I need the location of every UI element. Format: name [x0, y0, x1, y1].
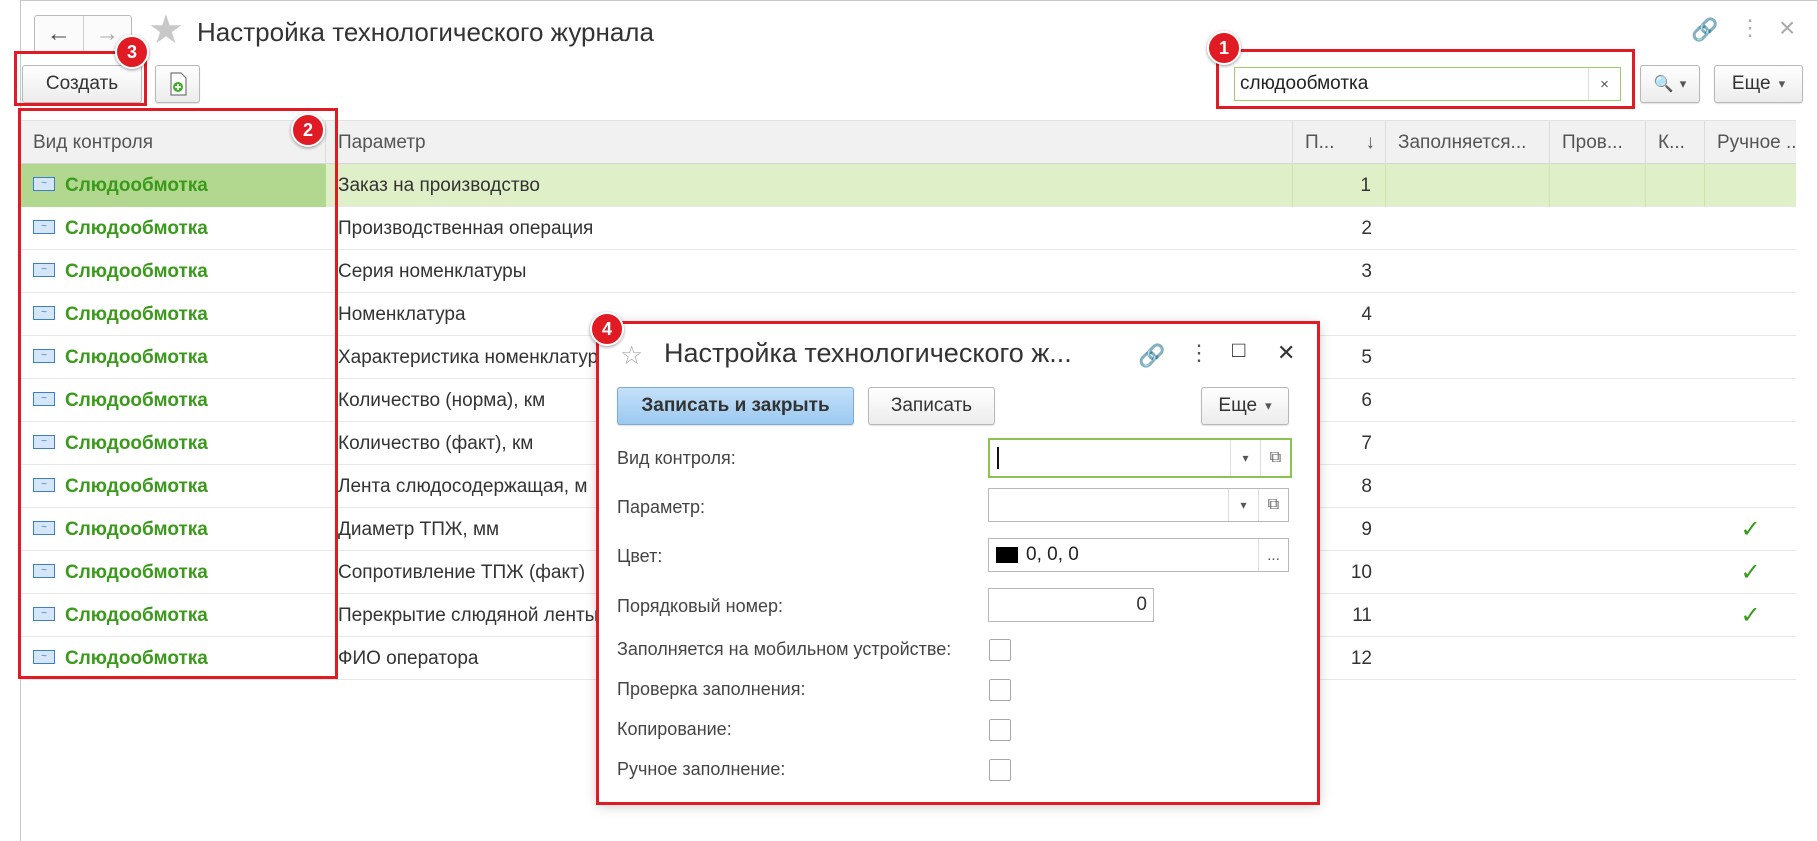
- close-window-icon[interactable]: ×: [1779, 12, 1795, 44]
- copy-cell[interactable]: [1646, 465, 1705, 508]
- mobile-cell[interactable]: [1386, 551, 1550, 594]
- mobile-cell[interactable]: [1386, 637, 1550, 680]
- more-vertical-icon[interactable]: ⋮: [1739, 15, 1761, 41]
- copy-cell[interactable]: [1646, 551, 1705, 594]
- sort-arrow-icon: ↓: [1365, 132, 1376, 153]
- order-number-cell[interactable]: 1: [1293, 164, 1386, 207]
- column-header-parameter[interactable]: Параметр: [326, 121, 1293, 165]
- more-actions-button[interactable]: Еще ▾: [1714, 65, 1803, 103]
- check-cell[interactable]: [1550, 379, 1646, 422]
- search-icon: 🔍: [1653, 76, 1674, 93]
- copy-cell[interactable]: [1646, 422, 1705, 465]
- check-cell[interactable]: [1550, 207, 1646, 250]
- manual-checkmark-icon[interactable]: [1705, 422, 1796, 465]
- search-options-button[interactable]: 🔍 ▾: [1640, 65, 1700, 103]
- manual-checkmark-icon[interactable]: [1705, 293, 1796, 336]
- manual-checkmark-icon[interactable]: [1705, 164, 1796, 207]
- check-cell[interactable]: [1550, 293, 1646, 336]
- manual-checkmark-icon[interactable]: [1705, 379, 1796, 422]
- mobile-cell[interactable]: [1386, 465, 1550, 508]
- order-number-cell[interactable]: 3: [1293, 250, 1386, 293]
- chevron-down-icon: ▾: [1778, 76, 1786, 91]
- add-document-button[interactable]: [155, 65, 200, 103]
- check-cell[interactable]: [1550, 250, 1646, 293]
- manual-checkmark-icon[interactable]: [1705, 465, 1796, 508]
- manual-checkmark-icon[interactable]: [1705, 250, 1796, 293]
- copy-cell[interactable]: [1646, 336, 1705, 379]
- more-actions-label: Еще: [1731, 73, 1771, 94]
- copy-cell[interactable]: [1646, 379, 1705, 422]
- column-header-number-label: П...: [1305, 132, 1335, 153]
- check-cell[interactable]: [1550, 637, 1646, 680]
- column-header-copy[interactable]: К...: [1646, 121, 1705, 165]
- mobile-cell[interactable]: [1386, 508, 1550, 551]
- column-header-manual[interactable]: Ручное ...: [1705, 121, 1796, 165]
- column-header-number[interactable]: П... ↓: [1293, 121, 1386, 165]
- manual-checkmark-icon[interactable]: ✓: [1705, 594, 1796, 637]
- mobile-cell[interactable]: [1386, 207, 1550, 250]
- copy-cell[interactable]: [1646, 637, 1705, 680]
- callout-box-4: [596, 321, 1320, 805]
- callout-badge-4: 4: [590, 312, 624, 346]
- copy-cell[interactable]: [1646, 250, 1705, 293]
- parameter-cell[interactable]: Заказ на производство: [326, 164, 1293, 207]
- check-cell[interactable]: [1550, 336, 1646, 379]
- page-title: Настройка технологического журнала: [197, 17, 654, 47]
- callout-box-1: [1216, 49, 1635, 109]
- mobile-cell[interactable]: [1386, 250, 1550, 293]
- mobile-cell[interactable]: [1386, 293, 1550, 336]
- check-cell[interactable]: [1550, 594, 1646, 637]
- add-document-icon: [169, 72, 187, 96]
- check-cell[interactable]: [1550, 422, 1646, 465]
- order-number-cell[interactable]: 2: [1293, 207, 1386, 250]
- copy-cell[interactable]: [1646, 293, 1705, 336]
- copy-cell[interactable]: [1646, 164, 1705, 207]
- manual-checkmark-icon[interactable]: ✓: [1705, 508, 1796, 551]
- manual-checkmark-icon[interactable]: [1705, 207, 1796, 250]
- check-cell[interactable]: [1550, 508, 1646, 551]
- mobile-cell[interactable]: [1386, 379, 1550, 422]
- column-header-mobile[interactable]: Заполняется...: [1386, 121, 1550, 165]
- copy-cell[interactable]: [1646, 207, 1705, 250]
- manual-checkmark-icon[interactable]: ✓: [1705, 551, 1796, 594]
- chevron-down-icon: ▾: [1679, 76, 1687, 91]
- favorite-star-icon[interactable]: ★: [148, 10, 184, 50]
- callout-badge-2: 2: [291, 113, 325, 147]
- manual-checkmark-icon[interactable]: [1705, 336, 1796, 379]
- parameter-cell[interactable]: Серия номенклатуры: [326, 250, 1293, 293]
- callout-box-2: [18, 108, 338, 679]
- mobile-cell[interactable]: [1386, 422, 1550, 465]
- copy-cell[interactable]: [1646, 508, 1705, 551]
- check-cell[interactable]: [1550, 551, 1646, 594]
- link-icon[interactable]: 🔗: [1691, 17, 1718, 43]
- callout-badge-1: 1: [1207, 31, 1241, 65]
- copy-cell[interactable]: [1646, 594, 1705, 637]
- manual-checkmark-icon[interactable]: [1705, 637, 1796, 680]
- check-cell[interactable]: [1550, 164, 1646, 207]
- mobile-cell[interactable]: [1386, 594, 1550, 637]
- mobile-cell[interactable]: [1386, 336, 1550, 379]
- callout-badge-3: 3: [115, 35, 149, 69]
- check-cell[interactable]: [1550, 465, 1646, 508]
- parameter-cell[interactable]: Производственная операция: [326, 207, 1293, 250]
- back-arrow-icon: ←: [46, 20, 71, 47]
- mobile-cell[interactable]: [1386, 164, 1550, 207]
- back-button[interactable]: ←: [35, 16, 83, 52]
- column-header-check[interactable]: Пров...: [1550, 121, 1646, 165]
